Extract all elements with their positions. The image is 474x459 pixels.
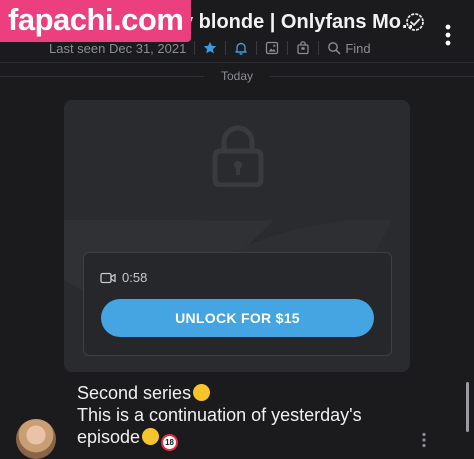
shopping-bag-icon[interactable] (296, 41, 310, 55)
find-label: Find (345, 40, 371, 56)
lock-icon (212, 125, 264, 187)
kissing-face-emoji (142, 428, 160, 445)
watermark-logo: fapachi.com (0, 0, 192, 42)
media-duration-label: 0:58 (122, 270, 148, 285)
chat-title[interactable]: y blonde | Onlyfans Mo… (182, 7, 412, 37)
message-line-2: This is a continuation of yesterday's (77, 405, 362, 425)
day-separator: Today (0, 66, 474, 86)
image-icon[interactable] (265, 41, 279, 55)
scrollbar[interactable] (466, 382, 469, 432)
locked-media-info: 0:58 UNLOCK FOR $15 (83, 252, 392, 356)
message-line-3: episode 18 (77, 426, 407, 451)
star-icon[interactable] (203, 41, 217, 55)
video-icon (100, 272, 116, 283)
media-duration: 0:58 (100, 270, 147, 285)
day-separator-label: Today (220, 69, 254, 83)
unlock-button[interactable]: UNLOCK FOR $15 (101, 299, 374, 337)
header-divider (0, 62, 474, 63)
message-line-1: Second series (77, 382, 407, 404)
yum-face-emoji (193, 384, 211, 401)
find-button[interactable]: Find (327, 40, 371, 56)
locked-post-card: 0:58 UNLOCK FOR $15 (64, 100, 410, 372)
message-text: Second series This is a continuation of … (77, 382, 407, 451)
search-icon (328, 42, 341, 55)
message-options-icon[interactable] (420, 432, 428, 448)
more-vertical-icon[interactable] (441, 24, 455, 46)
bell-icon[interactable] (234, 41, 248, 55)
verified-icon (406, 13, 424, 31)
avatar[interactable] (16, 419, 56, 459)
no-under-18-emoji: 18 (161, 434, 179, 451)
last-seen-status: Last seen Dec 31, 2021 (49, 40, 187, 56)
